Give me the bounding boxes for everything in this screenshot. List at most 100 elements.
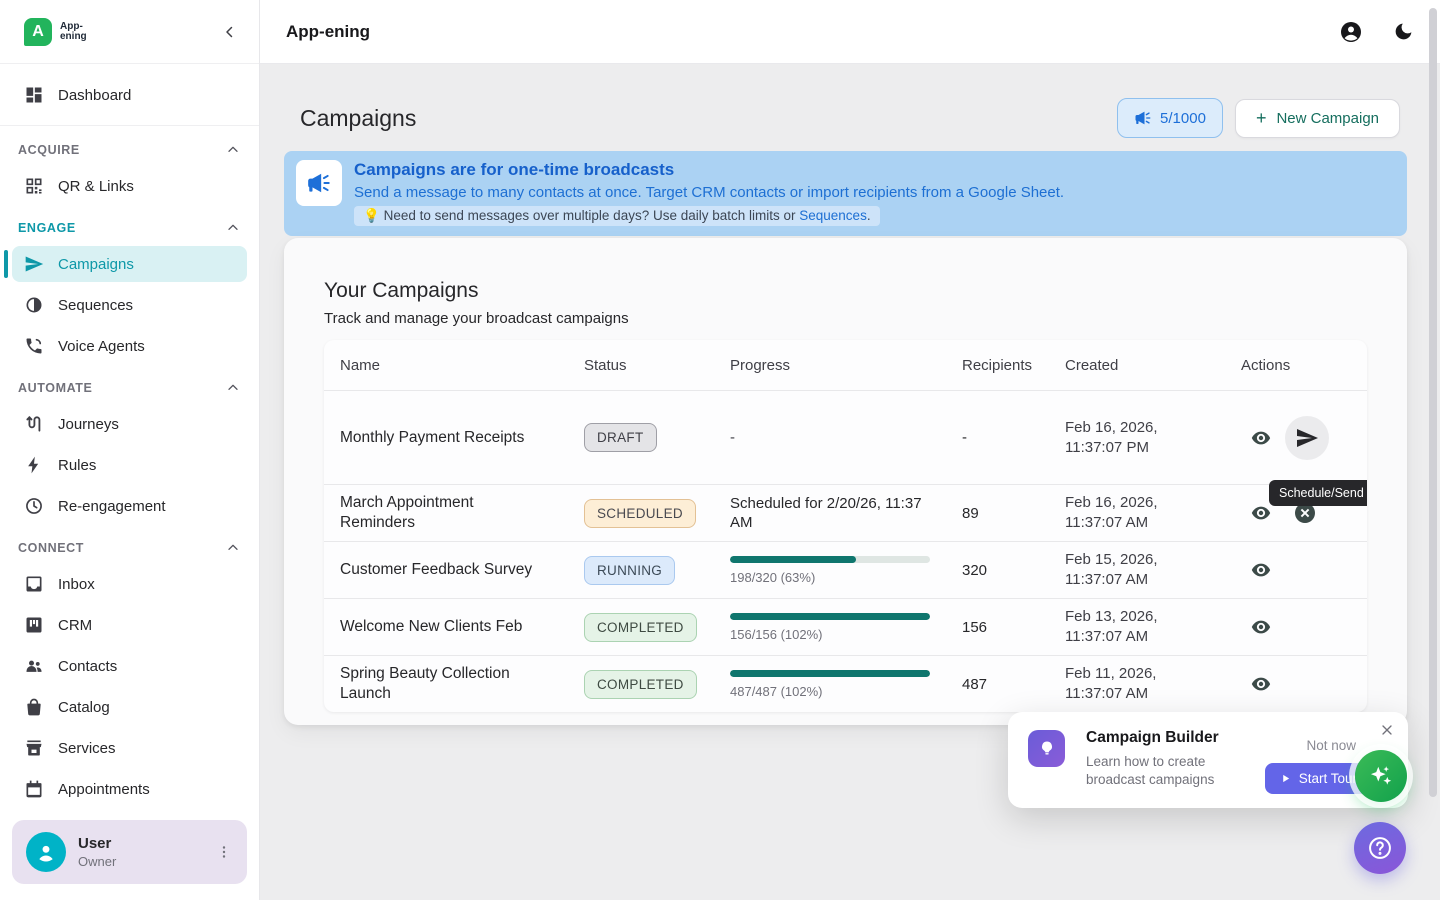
created-cell: Feb 15, 2026, 11:37:07 AM [1049, 542, 1225, 598]
created-time: 11:37:07 AM [1065, 513, 1209, 533]
actions-cell [1225, 656, 1367, 712]
scrollbar-thumb[interactable] [1429, 8, 1437, 797]
sidebar-item-label: Rules [58, 457, 96, 474]
lightbulb-emoji: 💡 [363, 208, 380, 223]
view-campaign-button[interactable] [1241, 550, 1281, 590]
view-campaign-button[interactable] [1241, 664, 1281, 704]
sidebar-item-inbox[interactable]: Inbox [12, 566, 247, 602]
sidebar-item-label: QR & Links [58, 178, 134, 195]
banner-description: Send a message to many contacts at once.… [354, 184, 1064, 201]
recipients-cell: 156 [946, 611, 1049, 644]
app-logo-text: App- ening [60, 22, 87, 42]
send-icon [24, 254, 44, 274]
usage-count: 5/1000 [1160, 110, 1206, 127]
chevron-up-icon[interactable] [225, 540, 241, 556]
status-badge: RUNNING [584, 556, 675, 585]
sidebar-item-crm[interactable]: CRM [12, 607, 247, 643]
campaign-name: Welcome New Clients Feb [324, 609, 568, 645]
page-head: Campaigns 5/1000 + New Campaign [260, 64, 1440, 138]
created-cell: Feb 16, 2026, 11:37:07 AM [1049, 485, 1225, 541]
journey-route-icon [24, 414, 44, 434]
user-card[interactable]: User Owner [12, 820, 247, 884]
sidebar-item-contacts[interactable]: Contacts [12, 648, 247, 684]
sidebar-nav: Dashboard ACQUIRE QR & Links ENGAGE Camp… [0, 64, 259, 900]
not-now-button[interactable]: Not now [1306, 738, 1356, 753]
lightning-bolt-icon [24, 455, 44, 475]
progress-label: 198/320 (63%) [730, 570, 930, 585]
campaigns-table: Name Status Progress Recipients Created … [324, 340, 1367, 712]
user-role: Owner [78, 854, 203, 869]
banner-text: Campaigns are for one-time broadcasts Se… [354, 160, 1064, 226]
actions-cell: Schedule/Send [1225, 408, 1367, 468]
sidebar-item-dashboard[interactable]: Dashboard [12, 77, 247, 113]
sidebar-item-catalog[interactable]: Catalog [12, 689, 247, 725]
topbar: App-ening [260, 0, 1440, 64]
campaign-usage-badge[interactable]: 5/1000 [1117, 98, 1223, 138]
schedule-send-button[interactable] [1285, 416, 1329, 460]
table-row: Spring Beauty Collection Launch COMPLETE… [324, 655, 1367, 712]
banner-title: Campaigns are for one-time broadcasts [354, 160, 1064, 180]
chevron-up-icon[interactable] [225, 220, 241, 236]
sidebar-item-campaigns[interactable]: Campaigns [12, 246, 247, 282]
people-icon [24, 656, 44, 676]
play-icon [1280, 773, 1291, 784]
campaign-name: March Appointment Reminders [324, 485, 568, 541]
new-campaign-button[interactable]: + New Campaign [1235, 99, 1400, 138]
created-cell: Feb 11, 2026, 11:37:07 AM [1049, 656, 1225, 712]
popup-description: Learn how to create broadcast campaigns [1086, 753, 1236, 789]
more-options-icon[interactable] [215, 843, 233, 861]
calendar-icon [24, 779, 44, 799]
created-time: 11:37:07 AM [1065, 684, 1209, 704]
recipients-cell: 487 [946, 668, 1049, 701]
sidebar-item-services[interactable]: Services [12, 730, 247, 766]
dark-mode-moon-icon[interactable] [1393, 21, 1414, 42]
sidebar-collapse-icon[interactable] [221, 23, 239, 41]
phone-icon [24, 336, 44, 356]
sidebar-item-journeys[interactable]: Journeys [12, 406, 247, 442]
sidebar-item-appointments[interactable]: Appointments [12, 771, 247, 807]
view-campaign-button[interactable] [1241, 418, 1281, 458]
created-time: 11:37:07 AM [1065, 627, 1209, 647]
status-badge: SCHEDULED [584, 499, 696, 528]
sidebar-item-rules[interactable]: Rules [12, 447, 247, 483]
shopping-bag-icon [24, 697, 44, 717]
scrollbar[interactable] [1428, 0, 1440, 900]
sidebar-item-label: Campaigns [58, 256, 134, 273]
dashboard-icon [24, 85, 44, 105]
view-campaign-button[interactable] [1241, 607, 1281, 647]
progress-cell: Scheduled for 2/20/26, 11:37 AM [714, 486, 946, 540]
megaphone-icon [306, 170, 332, 196]
table-row: Welcome New Clients Feb COMPLETED 156/15… [324, 598, 1367, 655]
sidebar-item-label: Dashboard [58, 87, 131, 104]
progress-bar [730, 670, 930, 677]
eye-icon [1250, 559, 1272, 581]
progress-cell: 487/487 (102%) [714, 662, 946, 707]
sidebar-item-sequences[interactable]: Sequences [12, 287, 247, 323]
section-label: ENGAGE [18, 221, 76, 235]
help-fab[interactable] [1354, 822, 1406, 874]
sidebar-item-voice-agents[interactable]: Voice Agents [12, 328, 247, 364]
app-logo[interactable]: A App- ening [24, 18, 87, 46]
sidebar: A App- ening Dashboard ACQUIRE QR & Li [0, 0, 260, 900]
account-icon[interactable] [1339, 20, 1363, 44]
recipients-cell: 89 [946, 497, 1049, 530]
close-icon[interactable] [1379, 722, 1395, 738]
table-header-row: Name Status Progress Recipients Created … [324, 340, 1367, 390]
sidebar-item-label: Appointments [58, 781, 150, 798]
lightbulb-icon [1028, 730, 1065, 767]
sidebar-item-qr-links[interactable]: QR & Links [12, 168, 247, 204]
ai-assistant-fab[interactable] [1355, 750, 1407, 802]
eye-icon [1250, 427, 1272, 449]
info-banner: Campaigns are for one-time broadcasts Se… [284, 151, 1407, 236]
created-date: Feb 16, 2026, [1065, 493, 1209, 513]
chevron-up-icon[interactable] [225, 142, 241, 158]
sidebar-item-re-engagement[interactable]: Re-engagement [12, 488, 247, 524]
progress-label: 487/487 (102%) [730, 684, 930, 699]
progress-cell: 198/320 (63%) [714, 548, 946, 593]
sequences-link[interactable]: Sequences [799, 208, 867, 223]
created-cell: Feb 16, 2026, 11:37:07 PM [1049, 410, 1225, 466]
progress-bar [730, 613, 930, 620]
progress-cell: - [714, 421, 946, 454]
chevron-up-icon[interactable] [225, 380, 241, 396]
card-title: Your Campaigns [324, 279, 1367, 303]
